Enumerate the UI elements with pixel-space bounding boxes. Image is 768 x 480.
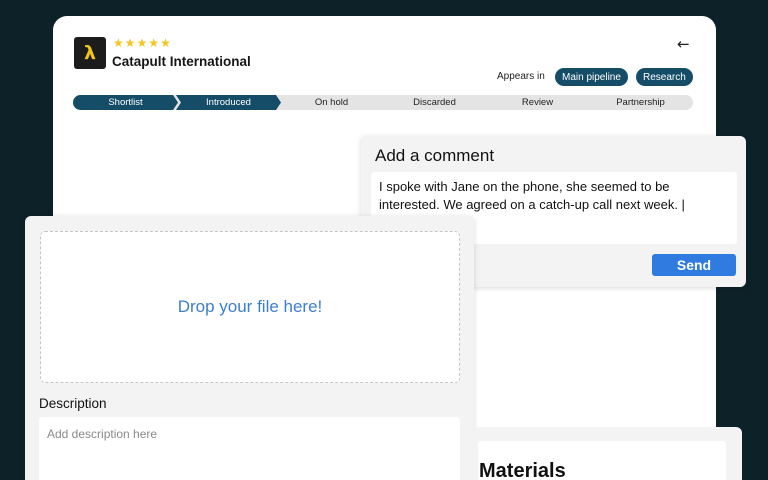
description-input[interactable] xyxy=(39,417,460,480)
star-icon[interactable]: ★ xyxy=(125,36,136,50)
star-icon[interactable]: ★ xyxy=(148,36,159,50)
stage-on-hold[interactable]: On hold xyxy=(279,95,384,110)
tag-research[interactable]: Research xyxy=(636,68,693,86)
materials-panel: Materials xyxy=(474,427,742,480)
back-arrow-icon[interactable]: ← xyxy=(677,35,690,53)
stage-partnership[interactable]: Partnership xyxy=(588,95,693,110)
lambda-icon: λ xyxy=(83,42,97,64)
file-dropzone[interactable]: Drop your file here! xyxy=(40,231,460,383)
appears-in-label: Appears in xyxy=(497,71,545,82)
stage-review[interactable]: Review xyxy=(485,95,590,110)
company-name: Catapult International xyxy=(112,54,251,69)
pipeline-stages: Shortlist Introduced On hold Discarded R… xyxy=(73,95,693,110)
comment-title: Add a comment xyxy=(375,146,495,165)
materials-title: Materials xyxy=(479,460,566,480)
stage-discarded[interactable]: Discarded xyxy=(382,95,487,110)
stage-introduced[interactable]: Introduced xyxy=(176,95,281,110)
tag-main-pipeline[interactable]: Main pipeline xyxy=(555,68,628,86)
company-logo: λ xyxy=(74,37,106,69)
star-icon[interactable]: ★ xyxy=(160,36,171,50)
send-button[interactable]: Send xyxy=(652,254,736,276)
star-icon[interactable]: ★ xyxy=(137,36,148,50)
upload-panel: Drop your file here! Description xyxy=(25,216,474,480)
dropzone-label: Drop your file here! xyxy=(177,297,323,316)
stage-shortlist[interactable]: Shortlist xyxy=(73,95,178,110)
star-icon[interactable]: ★ xyxy=(113,36,124,50)
description-label: Description xyxy=(39,396,107,411)
rating-stars[interactable]: ★ ★ ★ ★ ★ xyxy=(113,36,171,50)
